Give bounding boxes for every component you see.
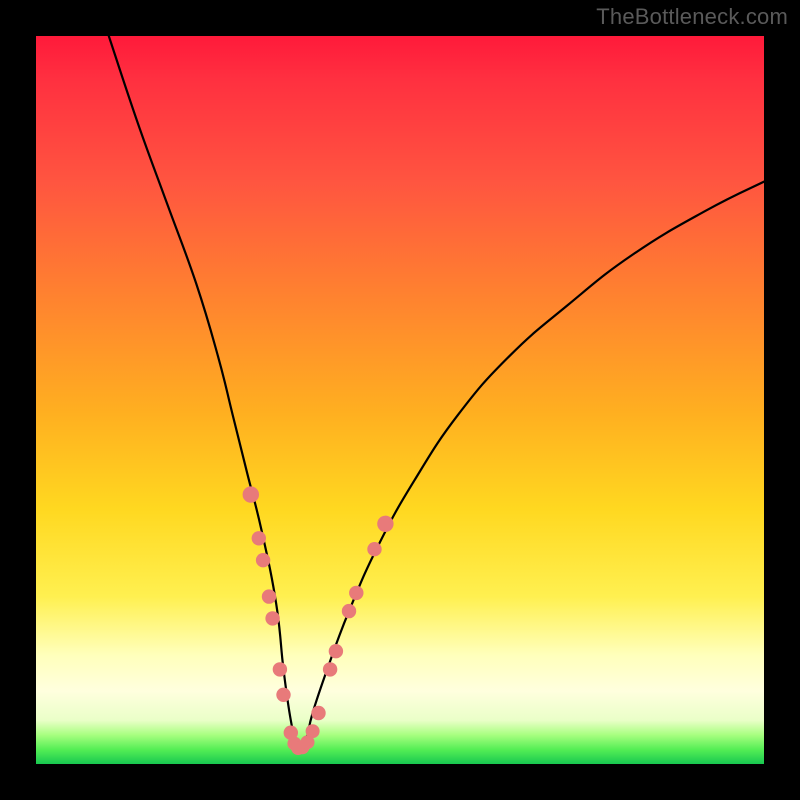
highlight-dot <box>252 531 266 545</box>
highlight-pill <box>253 508 257 526</box>
highlight-pill <box>265 570 268 588</box>
highlight-dot <box>367 542 381 556</box>
highlight-dot <box>276 688 290 702</box>
highlight-dot <box>377 516 393 532</box>
highlight-dots <box>243 486 394 755</box>
highlight-dot <box>329 644 343 658</box>
chart-frame: TheBottleneck.com <box>0 0 800 800</box>
highlight-dot <box>256 553 270 567</box>
highlight-dot <box>273 662 287 676</box>
highlight-dot <box>349 586 363 600</box>
highlight-dot <box>311 706 325 720</box>
highlight-dot <box>323 662 337 676</box>
highlight-dot <box>262 589 276 603</box>
highlight-pill <box>275 635 278 653</box>
bottleneck-curve <box>109 36 764 751</box>
curve-svg <box>36 36 764 764</box>
highlight-dot <box>265 611 279 625</box>
highlight-dot <box>306 724 320 738</box>
plot-area <box>36 36 764 764</box>
watermark-label: TheBottleneck.com <box>596 4 788 30</box>
highlight-dot <box>342 604 356 618</box>
highlight-dot <box>243 486 259 502</box>
